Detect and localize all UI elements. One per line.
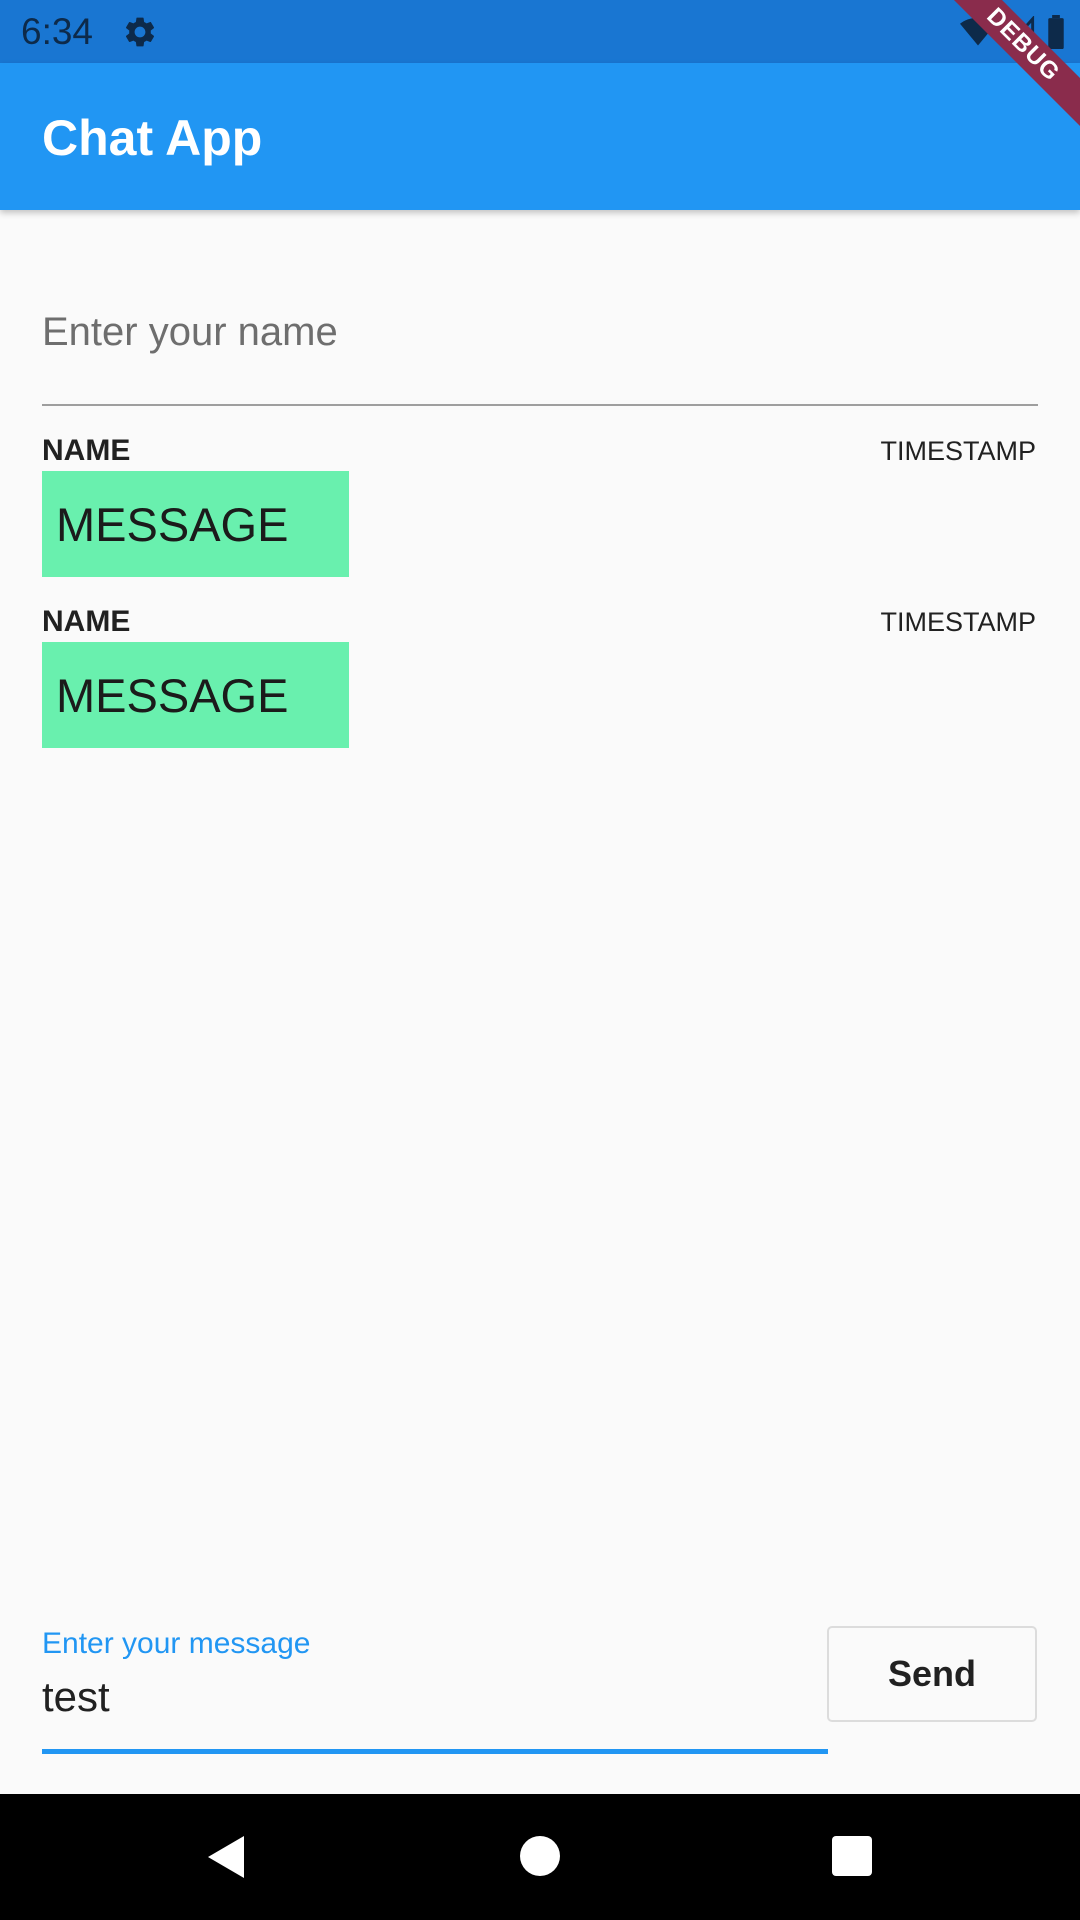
name-input-placeholder: Enter your name	[42, 310, 338, 354]
send-button-label: Send	[887, 1653, 976, 1694]
battery-icon	[1048, 15, 1064, 49]
message-text: MESSAGE	[56, 669, 289, 722]
status-bar: 6:34	[0, 0, 1080, 63]
message-sender-name: NAME	[42, 434, 131, 467]
name-input-underline	[42, 404, 1038, 406]
message-timestamp: TIMESTAMP	[880, 436, 1036, 466]
message-input-label: Enter your message	[42, 1627, 311, 1660]
name-input[interactable]: Enter your name	[42, 290, 1038, 406]
navigation-bar	[0, 1794, 1080, 1920]
settings-gear-icon	[125, 17, 155, 47]
status-time: 6:34	[21, 11, 94, 52]
message-item: NAME TIMESTAMP MESSAGE	[42, 604, 1038, 754]
message-sender-name: NAME	[42, 605, 131, 638]
message-bubble: MESSAGE	[42, 471, 349, 577]
message-input[interactable]: Enter your message test	[42, 1626, 828, 1756]
message-text: MESSAGE	[56, 498, 289, 551]
message-input-value[interactable]: test	[42, 1672, 110, 1722]
message-item: NAME TIMESTAMP MESSAGE	[42, 433, 1038, 583]
message-bubble: MESSAGE	[42, 642, 349, 748]
back-icon[interactable]	[204, 1834, 248, 1880]
home-icon[interactable]	[520, 1836, 560, 1876]
message-input-underline	[42, 1749, 828, 1754]
screen: 6:34 Chat App DEBUG Enter your name NAME	[0, 0, 1080, 1920]
app-title: Chat App	[42, 110, 263, 166]
app-bar: Chat App	[0, 63, 1080, 210]
send-button[interactable]: Send	[827, 1626, 1037, 1722]
recents-icon[interactable]	[832, 1836, 872, 1876]
message-timestamp: TIMESTAMP	[880, 607, 1036, 637]
